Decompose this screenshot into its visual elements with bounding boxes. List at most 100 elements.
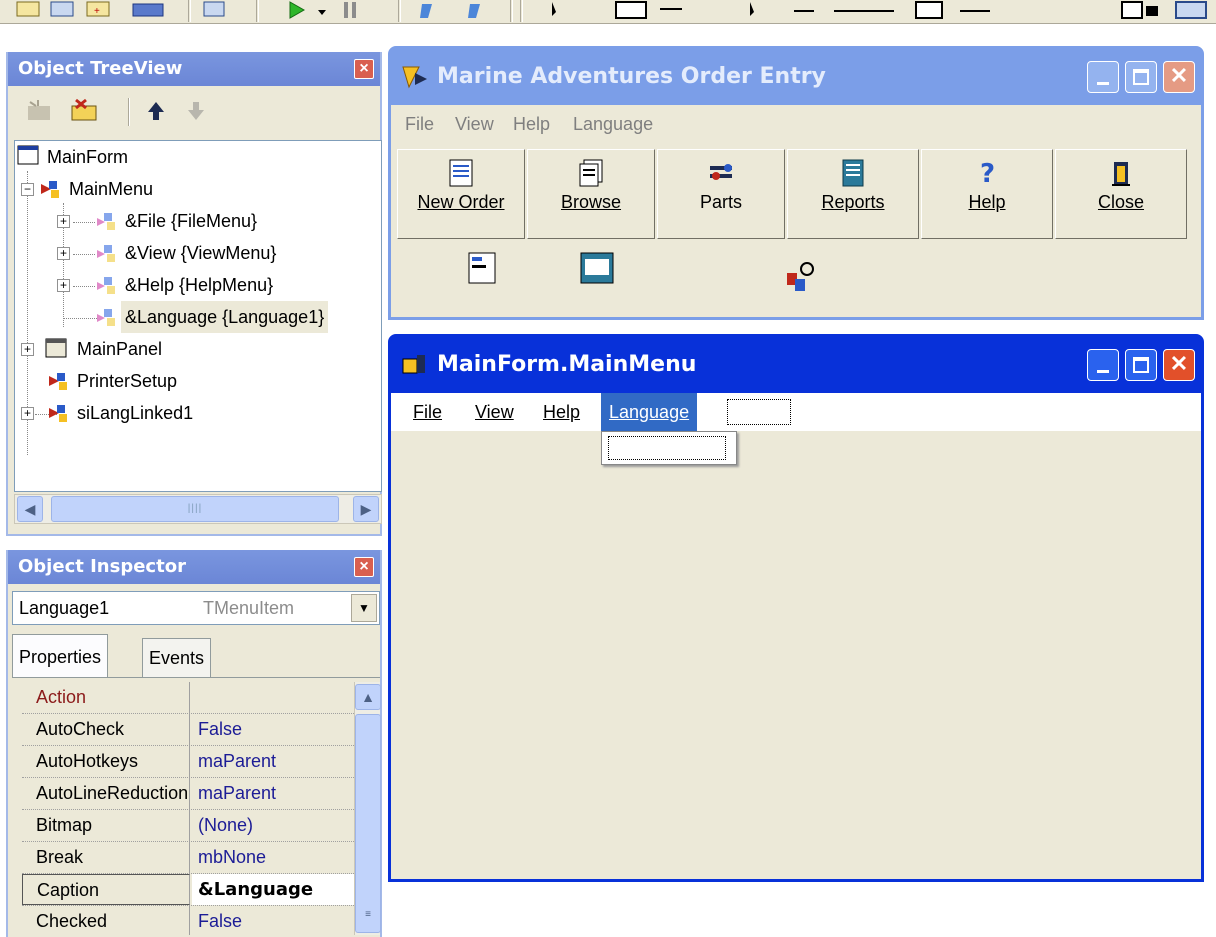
minimize-icon[interactable]	[1087, 61, 1119, 93]
pause-icon[interactable]	[336, 0, 366, 20]
tab-events[interactable]: Events	[142, 638, 212, 678]
delete-item-icon[interactable]	[68, 96, 100, 126]
dropdown-arrow-icon[interactable]	[316, 0, 330, 20]
button-label: New Order	[417, 192, 505, 212]
menu-language[interactable]: Language	[565, 105, 661, 143]
property-value[interactable]: (None)	[192, 810, 253, 841]
open-project-icon[interactable]	[48, 0, 78, 20]
property-row-bitmap[interactable]: Bitmap (None)	[22, 810, 354, 842]
memo-tool-icon[interactable]	[956, 0, 996, 20]
menu-label: Help	[543, 402, 581, 422]
maximize-icon[interactable]	[1125, 349, 1157, 381]
move-down-icon[interactable]	[180, 96, 212, 126]
new-form-icon[interactable]	[14, 0, 44, 20]
add-file-icon[interactable]: +	[84, 0, 114, 20]
expand-icon[interactable]: +	[21, 343, 34, 356]
close-icon[interactable]: ×	[354, 557, 374, 577]
property-value[interactable]	[192, 682, 198, 713]
expand-icon[interactable]: +	[21, 407, 34, 420]
property-row-caption[interactable]: Caption &Language	[22, 874, 354, 906]
scroll-left-icon[interactable]: ◀	[17, 496, 43, 522]
edit-tool-icon[interactable]	[912, 0, 948, 20]
designer-menu-language[interactable]: Language	[601, 393, 698, 431]
property-row-break[interactable]: Break mbNone	[22, 842, 354, 874]
collapse-icon[interactable]: −	[21, 183, 34, 196]
data-module-icon[interactable]	[577, 249, 617, 289]
menu-view[interactable]: View	[447, 105, 502, 143]
property-value[interactable]: maParent	[192, 746, 276, 777]
frame-tool-icon[interactable]	[612, 0, 688, 20]
parts-button[interactable]: Parts	[657, 149, 785, 239]
scroll-thumb[interactable]: ||||	[51, 496, 339, 522]
tab-properties[interactable]: Properties	[12, 634, 109, 678]
browse-button[interactable]: Browse	[527, 149, 655, 239]
move-up-icon[interactable]	[140, 96, 172, 126]
pointer-tool-icon[interactable]	[540, 0, 570, 20]
select-tool-icon[interactable]	[742, 0, 772, 20]
expand-icon[interactable]: +	[57, 279, 70, 292]
scroll-right-icon[interactable]: ▶	[353, 496, 379, 522]
toolbar-separator	[520, 0, 523, 22]
button-label: Close	[1097, 192, 1145, 212]
property-row-autocheck[interactable]: AutoCheck False	[22, 714, 354, 746]
expand-icon[interactable]: +	[57, 215, 70, 228]
panel-icon	[45, 338, 67, 358]
tree-line	[73, 254, 95, 255]
help-button[interactable]: ? Help	[921, 149, 1053, 239]
object-selector-combo[interactable]: Language1 TMenuItem ▼	[12, 591, 380, 625]
reports-button[interactable]: Reports	[787, 149, 919, 239]
property-value[interactable]: mbNone	[192, 842, 266, 873]
object-inspector-panel: Object Inspector × Language1 TMenuItem ▼…	[6, 550, 382, 937]
property-value[interactable]: maParent	[192, 778, 276, 809]
scroll-thumb[interactable]: ≡	[355, 714, 381, 933]
close-icon[interactable]: ✕	[1163, 61, 1195, 93]
menu-designer-window: MainForm.MainMenu ✕ File View Help Langu…	[388, 334, 1204, 882]
new-menu-placeholder[interactable]	[727, 399, 791, 425]
property-row-checked[interactable]: Checked False	[22, 906, 354, 935]
designer-menu-view[interactable]: View	[467, 393, 522, 431]
property-value-editor[interactable]: &Language	[192, 874, 354, 905]
button-tool-icon[interactable]	[1118, 0, 1164, 20]
app-menubar: File View Help Language	[391, 105, 1201, 143]
menu-designer-client: File View Help Language	[391, 393, 1201, 879]
menu-label: File	[413, 402, 443, 422]
designer-menu-help[interactable]: Help	[535, 393, 588, 431]
minimize-icon[interactable]	[1087, 349, 1119, 381]
menu-item-icon	[97, 277, 115, 294]
trace-into-icon[interactable]	[414, 0, 444, 20]
close-app-button[interactable]: Close	[1055, 149, 1187, 239]
property-row-action[interactable]: Action	[22, 682, 354, 714]
tree-horizontal-scrollbar[interactable]: ◀ |||| ▶	[14, 494, 382, 524]
close-icon[interactable]: ✕	[1163, 349, 1195, 381]
step-over-icon[interactable]	[462, 0, 492, 20]
new-submenu-item-placeholder[interactable]	[608, 436, 726, 460]
property-value[interactable]: False	[192, 906, 242, 935]
label-tool-icon[interactable]	[790, 0, 910, 20]
chevron-down-icon[interactable]: ▼	[351, 594, 377, 622]
menu-help[interactable]: Help	[505, 105, 558, 143]
run-icon[interactable]	[282, 0, 312, 20]
menu-file[interactable]: File	[397, 105, 442, 143]
close-icon[interactable]: ×	[354, 59, 374, 79]
new-item-icon[interactable]	[24, 96, 56, 126]
object-tree: MainForm − MainMenu + &File {FileMenu} +…	[14, 140, 382, 492]
form-view-icon[interactable]	[130, 0, 166, 20]
new-order-icon	[449, 159, 473, 187]
expand-icon[interactable]: +	[57, 247, 70, 260]
new-order-button[interactable]: New Order	[397, 149, 525, 239]
menu-item-icon	[97, 245, 115, 262]
property-vertical-scrollbar[interactable]: ▲ ≡	[354, 682, 381, 935]
tree-node-label-selected: &Language {Language1}	[121, 301, 329, 333]
tree-node-label: &File {FileMenu}	[125, 211, 258, 231]
scroll-up-icon[interactable]: ▲	[355, 684, 381, 710]
maximize-icon[interactable]	[1125, 61, 1157, 93]
property-row-autolinereduction[interactable]: AutoLineReduction maParent	[22, 778, 354, 810]
language-link-icon[interactable]	[781, 259, 821, 299]
tab-underline	[12, 677, 380, 678]
forms-icon[interactable]	[200, 0, 230, 20]
checkbox-tool-icon[interactable]	[1172, 0, 1212, 20]
designer-menu-file[interactable]: File	[405, 393, 450, 431]
form-designer-icon[interactable]	[463, 249, 503, 289]
property-value[interactable]: False	[192, 714, 242, 745]
property-row-autohotkeys[interactable]: AutoHotkeys maParent	[22, 746, 354, 778]
